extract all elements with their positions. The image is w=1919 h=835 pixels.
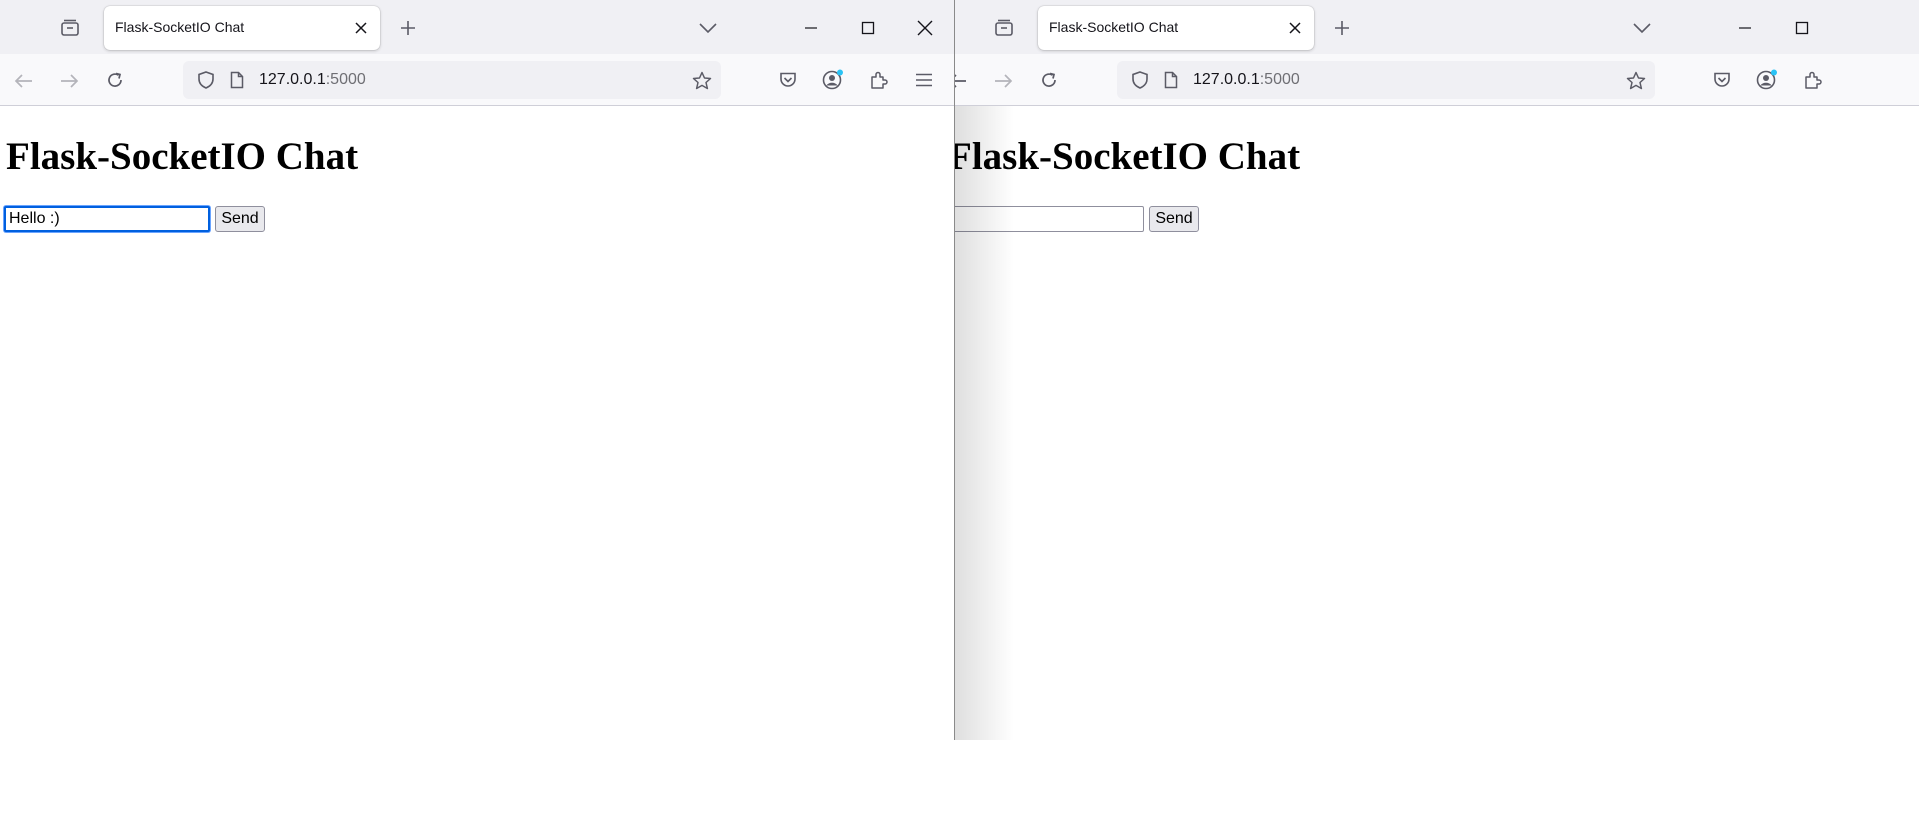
close-tab-icon[interactable] — [346, 13, 376, 43]
pocket-icon[interactable] — [1707, 65, 1737, 95]
tracking-protection-icon[interactable] — [1125, 65, 1155, 95]
pocket-icon[interactable] — [773, 65, 803, 95]
bookmark-star-icon[interactable] — [1621, 65, 1651, 95]
reload-icon[interactable] — [100, 65, 130, 95]
firefox-view-icon[interactable] — [989, 13, 1019, 43]
firefox-view-icon[interactable] — [55, 13, 85, 43]
close-window-icon[interactable] — [910, 13, 940, 43]
browser-window-right: Flask-SocketIO Chat 127.0.0.1:5000 Flask… — [954, 0, 1919, 740]
url-host: 127.0.0.1 — [259, 71, 326, 88]
list-all-tabs-icon[interactable] — [1627, 13, 1657, 43]
page-content: Flask-SocketIO Chat Send — [0, 106, 954, 740]
page-info-icon[interactable] — [1156, 65, 1186, 95]
extensions-icon[interactable] — [1798, 65, 1828, 95]
url-bar[interactable]: 127.0.0.1:5000 — [183, 61, 721, 99]
new-tab-icon[interactable] — [393, 13, 423, 43]
send-button[interactable]: Send — [215, 206, 265, 232]
account-icon[interactable] — [1752, 65, 1782, 95]
new-tab-icon[interactable] — [1327, 13, 1357, 43]
tab-strip: Flask-SocketIO Chat — [0, 0, 954, 54]
tab-active[interactable]: Flask-SocketIO Chat — [104, 6, 380, 50]
url-text[interactable]: 127.0.0.1:5000 — [1193, 71, 1300, 89]
extensions-icon[interactable] — [864, 65, 894, 95]
account-icon[interactable] — [818, 65, 848, 95]
navigation-toolbar: 127.0.0.1:5000 — [954, 54, 1919, 106]
forward-icon[interactable] — [988, 66, 1018, 96]
minimize-icon[interactable] — [796, 13, 826, 43]
page-title: Flask-SocketIO Chat — [954, 135, 1301, 178]
send-button[interactable]: Send — [1149, 206, 1199, 232]
tab-title: Flask-SocketIO Chat — [115, 19, 245, 35]
bookmark-star-icon[interactable] — [687, 65, 717, 95]
url-host: 127.0.0.1 — [1193, 71, 1260, 88]
close-tab-icon[interactable] — [1280, 13, 1310, 43]
forward-icon[interactable] — [54, 66, 84, 96]
reload-icon[interactable] — [1034, 65, 1064, 95]
url-bar[interactable]: 127.0.0.1:5000 — [1117, 61, 1655, 99]
maximize-icon[interactable] — [853, 13, 883, 43]
url-text[interactable]: 127.0.0.1:5000 — [259, 71, 366, 89]
tab-title: Flask-SocketIO Chat — [1049, 19, 1179, 35]
app-menu-icon[interactable] — [909, 65, 939, 95]
message-input[interactable] — [954, 206, 1144, 232]
minimize-icon[interactable] — [1730, 13, 1760, 43]
browser-window-left: Flask-SocketIO Chat 127.0.0.1:5000 Flask… — [0, 0, 955, 740]
maximize-icon[interactable] — [1787, 13, 1817, 43]
message-input[interactable] — [4, 206, 210, 232]
tab-strip: Flask-SocketIO Chat — [954, 0, 1919, 54]
back-icon[interactable] — [9, 66, 39, 96]
navigation-toolbar: 127.0.0.1:5000 — [0, 54, 954, 106]
url-port: :5000 — [1259, 71, 1300, 88]
tab-active[interactable]: Flask-SocketIO Chat — [1038, 6, 1314, 50]
page-content: Flask-SocketIO Chat Send — [954, 106, 1919, 740]
url-port: :5000 — [325, 71, 366, 88]
list-all-tabs-icon[interactable] — [693, 13, 723, 43]
back-icon[interactable] — [954, 66, 973, 96]
page-info-icon[interactable] — [222, 65, 252, 95]
page-title: Flask-SocketIO Chat — [6, 135, 359, 178]
tracking-protection-icon[interactable] — [191, 65, 221, 95]
